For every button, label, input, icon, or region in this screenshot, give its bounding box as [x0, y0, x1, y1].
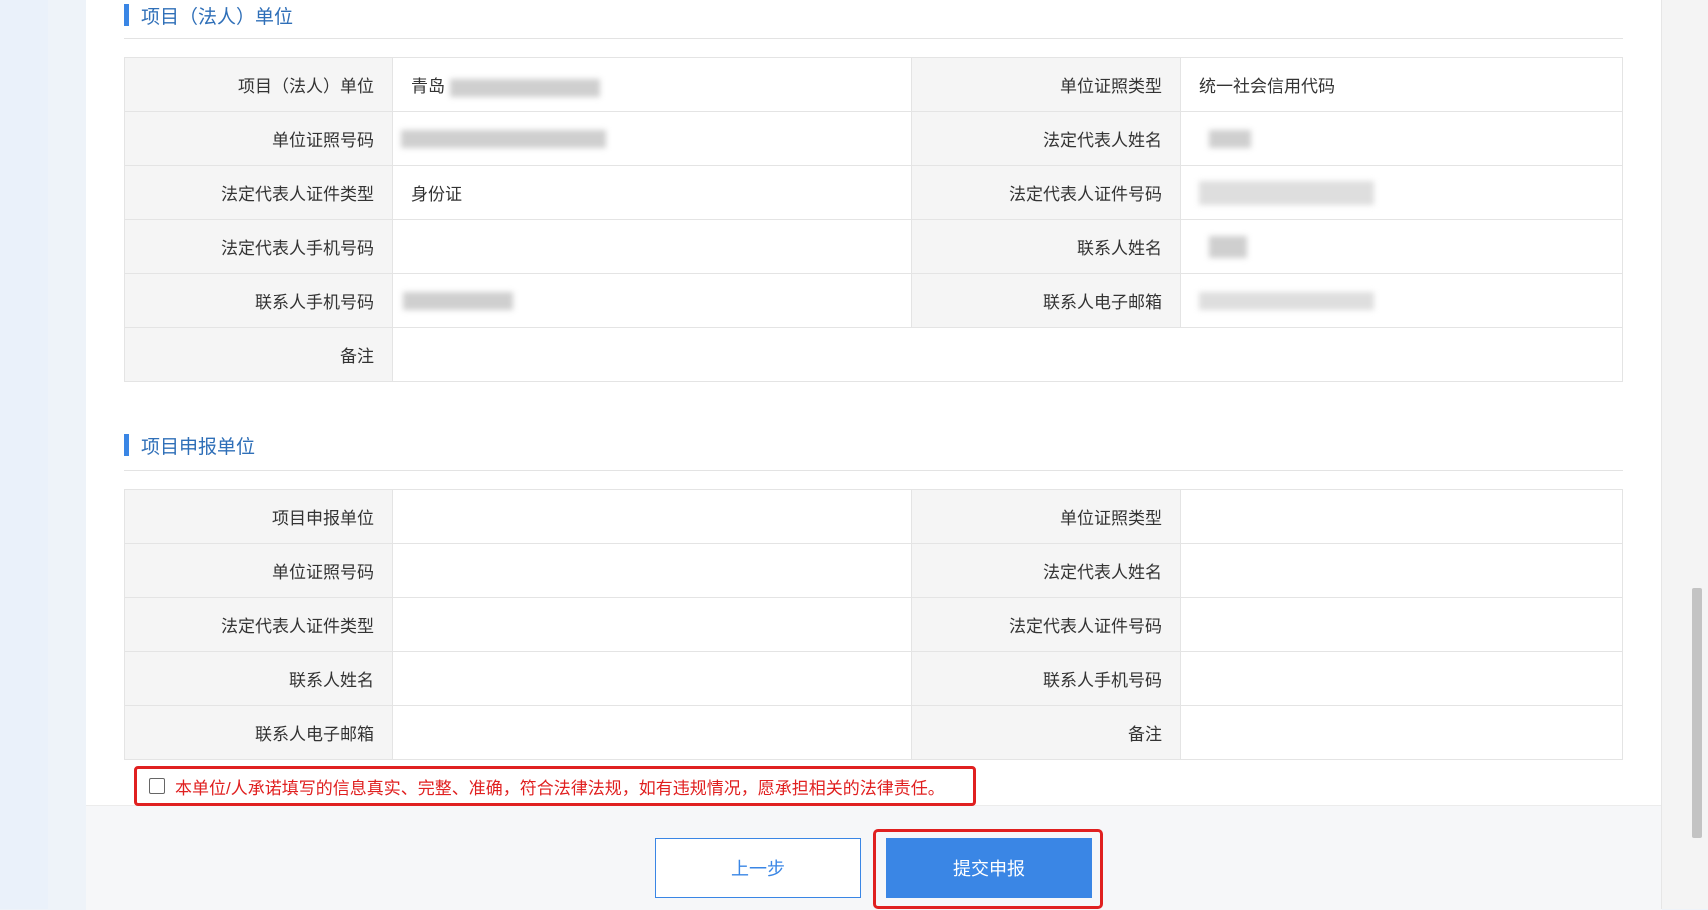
field-label: 法定代表人姓名 [911, 111, 1181, 166]
field-value [392, 651, 912, 706]
legal-unit-table: 项目（法人）单位 青岛 单位证照类型 统一社会信用代码 单位证照号码 法定代表人… [124, 57, 1623, 382]
table-row: 法定代表人证件类型 身份证 法定代表人证件号码 [124, 165, 1623, 220]
field-label: 联系人姓名 [911, 219, 1181, 274]
redacted-value [1199, 292, 1374, 311]
field-label: 单位证照类型 [911, 489, 1181, 544]
field-value [392, 489, 912, 544]
field-value [1180, 597, 1623, 652]
field-value-text: 青岛 [411, 77, 445, 96]
table-row: 联系人手机号码 联系人电子邮箱 [124, 273, 1623, 328]
section-title-text: 项目申报单位 [141, 436, 256, 458]
prev-step-button[interactable]: 上一步 [655, 838, 861, 898]
field-value: 统一社会信用代码 [1180, 57, 1623, 112]
table-row: 项目（法人）单位 青岛 单位证照类型 统一社会信用代码 [124, 57, 1623, 112]
field-value [1180, 165, 1623, 220]
section-divider [124, 470, 1623, 471]
scrollbar[interactable] [1661, 0, 1708, 909]
field-value [392, 327, 1623, 382]
field-value: 身份证 [392, 165, 912, 220]
redacted-value [401, 130, 606, 149]
field-value [1180, 489, 1623, 544]
redacted-value [449, 78, 600, 97]
section-title-text: 项目（法人）单位 [141, 6, 294, 28]
field-label: 联系人姓名 [124, 651, 393, 706]
field-value: 青岛 [392, 57, 912, 112]
declaration-checkbox[interactable] [149, 778, 165, 794]
field-value [1180, 111, 1623, 166]
table-row: 法定代表人手机号码 联系人姓名 [124, 219, 1623, 274]
redacted-value [1209, 130, 1251, 149]
table-row: 联系人电子邮箱 备注 [124, 705, 1623, 760]
table-row: 备注 [124, 327, 1623, 382]
field-label: 联系人手机号码 [911, 651, 1181, 706]
field-value [392, 705, 912, 760]
redacted-value [1199, 180, 1374, 205]
table-row: 单位证照号码 法定代表人姓名 [124, 543, 1623, 598]
field-label: 单位证照类型 [911, 57, 1181, 112]
field-label: 法定代表人姓名 [911, 543, 1181, 598]
redacted-value [1209, 235, 1247, 258]
field-value [1180, 543, 1623, 598]
field-label: 单位证照号码 [124, 111, 393, 166]
field-label: 法定代表人手机号码 [124, 219, 393, 274]
section-title-declaring-unit: 项目申报单位 [124, 432, 255, 458]
field-label: 法定代表人证件号码 [911, 597, 1181, 652]
section-marker [124, 434, 129, 456]
field-value [392, 597, 912, 652]
declaring-unit-table: 项目申报单位 单位证照类型 单位证照号码 法定代表人姓名 法定代表人证件类型 法… [124, 489, 1623, 760]
field-value [392, 273, 912, 328]
field-label: 联系人电子邮箱 [911, 273, 1181, 328]
field-value [392, 111, 912, 166]
field-value [1180, 705, 1623, 760]
field-label: 单位证照号码 [124, 543, 393, 598]
field-label: 项目（法人）单位 [124, 57, 393, 112]
table-row: 单位证照号码 法定代表人姓名 [124, 111, 1623, 166]
table-row: 联系人姓名 联系人手机号码 [124, 651, 1623, 706]
section-divider [124, 38, 1623, 39]
field-label: 法定代表人证件类型 [124, 165, 393, 220]
section-title-legal-unit: 项目（法人）单位 [124, 2, 293, 28]
submit-button[interactable]: 提交申报 [886, 838, 1092, 898]
left-gutter [0, 0, 48, 909]
scrollbar-thumb[interactable] [1692, 588, 1702, 838]
field-label: 备注 [911, 705, 1181, 760]
redacted-value [403, 292, 513, 311]
field-value [1180, 219, 1623, 274]
section-marker [124, 4, 129, 26]
field-label: 备注 [124, 327, 393, 382]
field-value [392, 543, 912, 598]
field-value [1180, 651, 1623, 706]
field-label: 联系人电子邮箱 [124, 705, 393, 760]
declaration-text: 本单位/人承诺填写的信息真实、完整、准确，符合法律法规，如有违规情况，愿承担相关… [175, 778, 945, 798]
declaration-checkbox-row[interactable]: 本单位/人承诺填写的信息真实、完整、准确，符合法律法规，如有违规情况，愿承担相关… [134, 766, 976, 806]
field-label: 法定代表人证件号码 [911, 165, 1181, 220]
field-value [1180, 273, 1623, 328]
field-label: 项目申报单位 [124, 489, 393, 544]
field-label: 法定代表人证件类型 [124, 597, 393, 652]
field-value [392, 219, 912, 274]
field-label: 联系人手机号码 [124, 273, 393, 328]
table-row: 法定代表人证件类型 法定代表人证件号码 [124, 597, 1623, 652]
table-row: 项目申报单位 单位证照类型 [124, 489, 1623, 544]
